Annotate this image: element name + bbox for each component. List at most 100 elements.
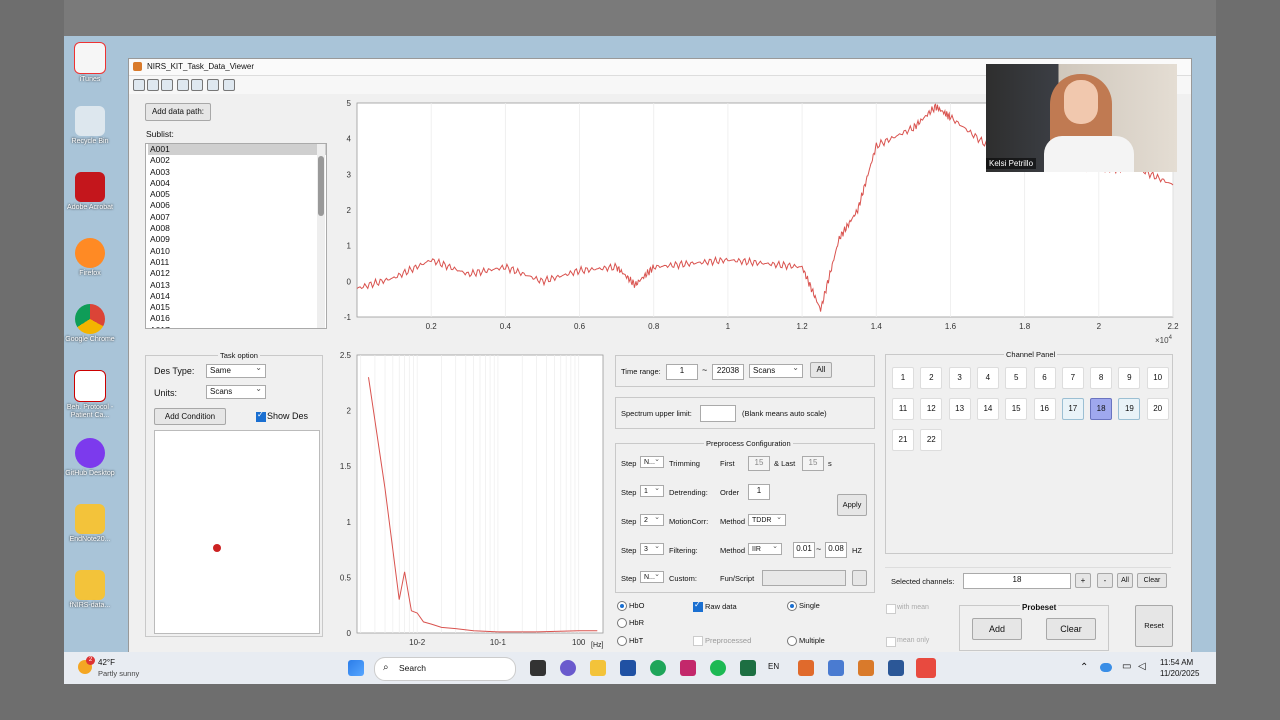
store-icon[interactable]: [620, 660, 636, 676]
snipping-icon[interactable]: [798, 660, 814, 676]
detrending-step-select[interactable]: 1: [640, 483, 664, 497]
sublist-item[interactable]: A004: [148, 178, 326, 189]
motioncorr-method-select[interactable]: TDDR: [748, 512, 786, 526]
channel-button[interactable]: 20: [1146, 398, 1169, 420]
scrollbar-thumb[interactable]: [318, 156, 324, 216]
sublist-item[interactable]: A014: [148, 291, 326, 302]
channel-minus-button[interactable]: -: [1097, 573, 1113, 588]
hbr-radio[interactable]: [617, 618, 627, 628]
photos-icon[interactable]: [828, 660, 844, 676]
hbo-radio[interactable]: [617, 601, 627, 611]
channel-button[interactable]: 8: [1090, 367, 1113, 389]
language-indicator[interactable]: EN: [768, 662, 779, 671]
desktop-icon-chrome[interactable]: Google Chrome: [62, 304, 118, 344]
channel-button[interactable]: 14: [976, 398, 999, 420]
desktop-icon-pdf[interactable]: Beh. Protocol - Patient Ca...: [62, 370, 118, 420]
filtering-method-select[interactable]: IIR: [748, 541, 782, 555]
task-view-icon[interactable]: [530, 660, 546, 676]
taskbar-search[interactable]: ⌕ Search: [374, 657, 516, 681]
desktop-icon-github[interactable]: GitHub Desktop: [62, 438, 118, 478]
with-mean-checkbox[interactable]: [886, 604, 896, 614]
detrending-order-input[interactable]: 1: [748, 484, 770, 500]
time-range-to-input[interactable]: 22038: [712, 364, 744, 380]
sublist-item[interactable]: A013: [148, 280, 326, 291]
channel-button[interactable]: 15: [1005, 398, 1028, 420]
volume-icon[interactable]: ◁: [1138, 661, 1146, 672]
desktop-icon-firefox[interactable]: Firefox: [62, 238, 118, 278]
channel-button[interactable]: 16: [1033, 398, 1056, 420]
show-des-checkbox[interactable]: [256, 410, 266, 422]
filtering-step-select[interactable]: 3: [640, 541, 664, 555]
selected-channels-input[interactable]: 18: [963, 573, 1071, 589]
desktop-icon-adobe[interactable]: Adobe Acrobat: [62, 172, 118, 212]
mean-only-checkbox[interactable]: [886, 637, 896, 647]
file-explorer-icon[interactable]: [590, 660, 606, 676]
channel-button[interactable]: 13: [948, 398, 971, 420]
channel-plus-button[interactable]: +: [1075, 573, 1091, 588]
apply-button[interactable]: Apply: [837, 494, 867, 516]
sublist[interactable]: A001 A002 A003 A004 A005 A006 A007 A008 A009 A010…: [145, 143, 327, 329]
sublist-item[interactable]: A012: [148, 268, 326, 279]
channel-button[interactable]: 6: [1033, 367, 1056, 389]
time-range-unit-select[interactable]: Scans: [749, 362, 803, 378]
pan-icon[interactable]: [161, 79, 173, 91]
desktop-icon-recycle-bin[interactable]: Recycle Bin: [62, 106, 118, 146]
sublist-item[interactable]: A007: [148, 212, 326, 223]
raw-data-checkbox[interactable]: [693, 600, 703, 612]
sublist-item[interactable]: A015: [148, 302, 326, 313]
desktop-icon-fnirs[interactable]: fNIRS-data...: [62, 570, 118, 610]
excel-icon[interactable]: [740, 660, 756, 676]
channel-button[interactable]: 19: [1118, 398, 1141, 420]
probeset-clear-button[interactable]: Clear: [1046, 618, 1096, 640]
matlab-taskbar-icon[interactable]: [858, 660, 874, 676]
brush-icon[interactable]: [191, 79, 203, 91]
recording-app-icon[interactable]: [916, 658, 936, 678]
spotify-icon[interactable]: [710, 660, 726, 676]
custom-browse-button[interactable]: [852, 570, 867, 586]
channel-button[interactable]: 9: [1118, 367, 1141, 389]
trimming-step-select[interactable]: N...: [640, 454, 664, 468]
sublist-item[interactable]: A002: [148, 155, 326, 166]
channel-button[interactable]: 3: [948, 367, 971, 389]
add-data-path-button[interactable]: Add data path:: [145, 103, 211, 121]
motioncorr-step-select[interactable]: 2: [640, 512, 664, 526]
teams-icon[interactable]: [560, 660, 576, 676]
sublist-item[interactable]: A010: [148, 246, 326, 257]
legend-icon[interactable]: [223, 79, 235, 91]
channel-button[interactable]: 5: [1005, 367, 1028, 389]
sublist-item[interactable]: A001: [148, 144, 326, 156]
sublist-item[interactable]: A008: [148, 223, 326, 234]
channel-button[interactable]: 17: [1061, 398, 1084, 420]
channel-all-button[interactable]: All: [1117, 573, 1133, 588]
channel-button[interactable]: 1: [892, 367, 914, 389]
app-icon[interactable]: [680, 660, 696, 676]
sublist-item[interactable]: A006: [148, 200, 326, 211]
time-range-from-input[interactable]: 1: [666, 364, 698, 380]
add-condition-button[interactable]: Add Condition: [154, 408, 226, 425]
channel-button[interactable]: 12: [920, 398, 943, 420]
trimming-last-input[interactable]: 15: [802, 456, 824, 471]
time-range-all-button[interactable]: All: [810, 362, 832, 378]
windows-start-icon[interactable]: [348, 660, 364, 676]
single-radio[interactable]: [787, 601, 797, 611]
sublist-item[interactable]: A017: [148, 325, 326, 328]
desktop-icon-itunes[interactable]: iTunes: [62, 42, 118, 84]
filtering-high-input[interactable]: 0.08: [825, 542, 847, 558]
open-icon[interactable]: [133, 79, 145, 91]
word-icon[interactable]: [888, 660, 904, 676]
units-select[interactable]: Scans: [206, 383, 266, 399]
sublist-item[interactable]: A005: [148, 189, 326, 200]
trimming-first-input[interactable]: 15: [748, 456, 770, 471]
grid-icon[interactable]: [207, 79, 219, 91]
hbt-radio[interactable]: [617, 636, 627, 646]
sublist-item[interactable]: A011: [148, 257, 326, 268]
sublist-item[interactable]: A003: [148, 167, 326, 178]
channel-clear-button[interactable]: Clear: [1137, 573, 1167, 588]
channel-button[interactable]: 18: [1090, 398, 1113, 420]
data-cursor-icon[interactable]: [177, 79, 189, 91]
zoom-icon[interactable]: [147, 79, 159, 91]
channel-button[interactable]: 10: [1146, 367, 1169, 389]
desktop-icon-endnote[interactable]: EndNote20...: [62, 504, 118, 544]
channel-button[interactable]: 21: [892, 429, 914, 451]
chevron-up-icon[interactable]: ⌃: [1080, 662, 1088, 673]
